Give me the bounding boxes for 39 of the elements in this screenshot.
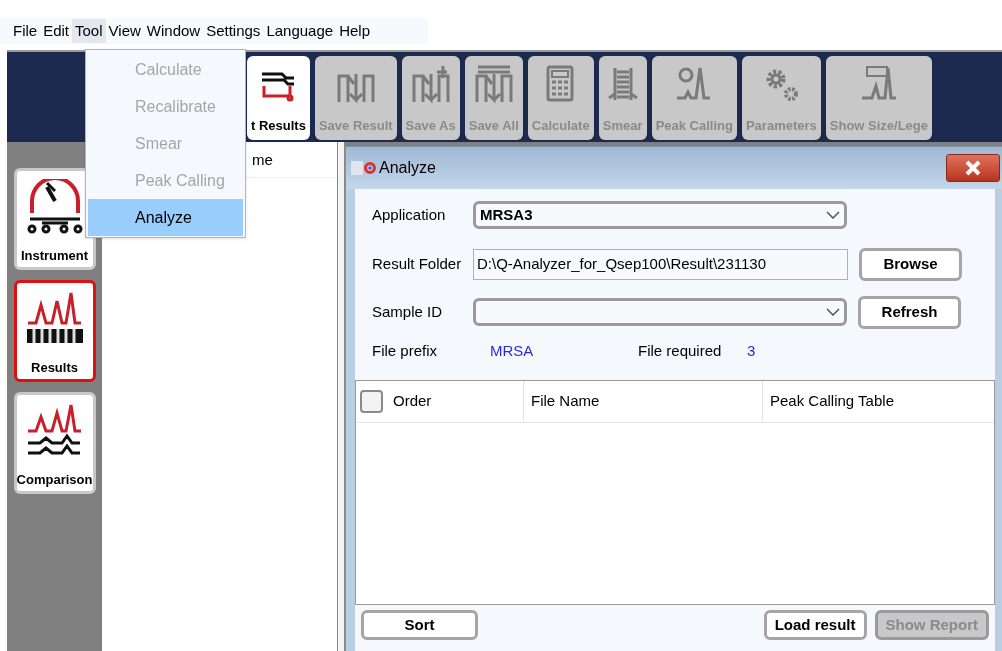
menu-item[interactable]: Language [263, 19, 337, 43]
chevron-down-icon [826, 308, 840, 316]
save-plus-icon [410, 63, 451, 104]
splitter[interactable] [337, 142, 345, 651]
refresh-button[interactable]: Refresh [858, 295, 961, 329]
sidebar-button[interactable]: Results [13, 280, 96, 382]
menu-item[interactable]: Settings [203, 19, 264, 43]
sidebar-button[interactable]: Instrument [13, 168, 96, 270]
folder-field[interactable]: D:\Q-Analyzer_for_Qsep100\Result\231130 [473, 248, 848, 280]
menu-item[interactable]: Analyze [88, 199, 243, 236]
close-icon [964, 160, 982, 176]
sample-id-dropdown[interactable] [473, 298, 847, 326]
file-required-value: 3 [747, 340, 756, 361]
chevron-down-icon [826, 211, 840, 219]
field-label: File prefix [371, 340, 439, 361]
browse-button[interactable]: Browse [859, 247, 962, 281]
dialog-title: Analyze [379, 158, 436, 178]
footer-button[interactable]: Load result [763, 610, 867, 640]
column-header[interactable]: File Name [523, 380, 762, 423]
save-stack-icon [473, 63, 514, 104]
field-label: Sample ID [371, 301, 444, 322]
field-label: Application [371, 204, 447, 225]
close-button[interactable] [946, 154, 1000, 182]
application-dropdown[interactable]: MRSA3 [473, 201, 847, 229]
field-label: File required [638, 340, 723, 361]
menu-item[interactable]: Edit [40, 19, 73, 43]
file-prefix-value: MRSA [490, 340, 535, 361]
app-logo-icon [351, 161, 377, 175]
column-header[interactable]: Order [383, 380, 523, 423]
menu-item[interactable]: Help [336, 19, 373, 43]
footer-button[interactable]: Sort [361, 610, 478, 640]
column-header[interactable]: Peak Calling Table [762, 380, 994, 423]
menu-item[interactable]: Window [143, 19, 204, 43]
sidebar-button[interactable]: Comparison [13, 392, 96, 494]
menu-item[interactable]: View [105, 19, 144, 43]
toolbar-button[interactable]: t Results [247, 55, 310, 140]
menu-item[interactable]: Tool [72, 19, 106, 43]
menu-item[interactable]: File [10, 19, 41, 43]
select-all-checkbox[interactable] [360, 390, 383, 413]
